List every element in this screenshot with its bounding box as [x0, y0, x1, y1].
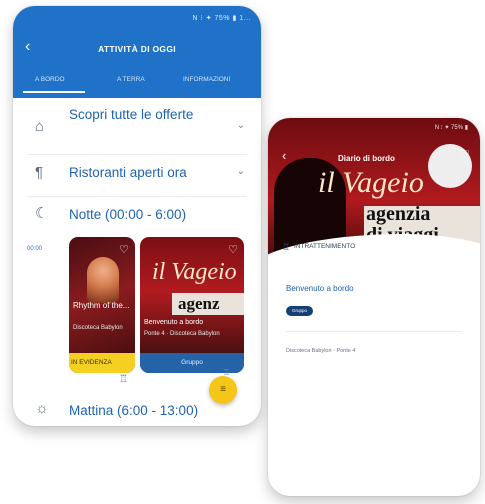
sunrise-icon: ☼	[35, 400, 49, 417]
card-logo-text: agenz	[178, 294, 220, 313]
card-badge: IN EVIDENZA	[69, 353, 135, 373]
status-bar: N ⁝ ✦ 75% ▮	[434, 125, 468, 131]
divider	[27, 154, 247, 155]
tag-icon: ⌂	[35, 118, 45, 135]
moon-icon: ☾	[35, 205, 49, 222]
heart-icon[interactable]: ♡	[119, 243, 129, 256]
location-text: Discoteca Babylon · Ponte 4	[286, 348, 356, 354]
group-chip[interactable]: Gruppo	[286, 306, 314, 316]
divider	[286, 331, 462, 332]
heart-icon[interactable]: ♡	[228, 243, 238, 256]
event-card[interactable]: ♡ Rhythm of the... Discoteca Babylon IN …	[69, 237, 135, 373]
app-header: N ⁝ ✦ 75% ▮ 1... ‹ ATTIVITÀ DI OGGI A BO…	[13, 6, 261, 98]
chevron-down-icon[interactable]: ⌄	[237, 166, 245, 177]
hero-logo-italic: il Vageio	[318, 166, 424, 199]
chevron-down-icon[interactable]: ⌄	[237, 120, 245, 131]
category-label: INTRATTENIMENTO	[294, 243, 356, 250]
tab-a-bordo[interactable]: A BORDO	[35, 76, 65, 83]
phone-left: N ⁝ ✦ 75% ▮ 1... ‹ ATTIVITÀ DI OGGI A BO…	[13, 6, 261, 426]
card-title: Benvenuto a bordo	[144, 319, 204, 326]
back-arrow-icon[interactable]: ‹	[282, 148, 286, 163]
divider	[27, 196, 247, 197]
section-mattina: ☼ Mattina (6:00 - 13:00)	[13, 400, 261, 424]
section-offerte[interactable]: ⌂ Scopri tutte le offerte ⌄	[13, 104, 261, 152]
section-notte: ☾ Notte (00:00 - 6:00)	[13, 204, 261, 228]
section-ristoranti[interactable]: ¶ Ristoranti aperti ora ⌄	[13, 162, 261, 192]
card-logo: il Vageio	[152, 259, 237, 285]
card-title: Rhythm of the...	[73, 301, 130, 310]
card-subtitle: Discoteca Babylon	[73, 325, 123, 331]
theater-icon: ♖	[119, 374, 128, 385]
section-label: Scopri tutte le offerte	[69, 107, 194, 122]
event-heading: Benvenuto a bordo	[286, 284, 354, 293]
section-label: Notte (00:00 - 6:00)	[69, 207, 187, 222]
menu-icon: ≡	[220, 384, 226, 395]
section-label: Mattina (6:00 - 13:00)	[69, 403, 199, 418]
theater-icon: ♖	[282, 242, 291, 252]
card-subtitle: Ponte 4 · Discoteca Babylon	[144, 331, 220, 337]
page-title: Diario di bordo	[338, 154, 395, 163]
event-card[interactable]: il Vageio agenz ♡ Benvenuto a bordo Pont…	[140, 237, 244, 373]
phone-right: il Vageio agenzia di viaggi N ⁝ ✦ 75% ▮ …	[268, 118, 480, 496]
section-label: Ristoranti aperti ora	[69, 165, 187, 180]
page-title: ATTIVITÀ DI OGGI	[98, 44, 176, 54]
time-label: 00:00	[27, 246, 43, 252]
status-bar: N ⁝ ✦ 75% ▮ 1...	[192, 15, 251, 22]
hero-logo-line1: agenzia	[366, 203, 431, 225]
restaurant-icon: ¶	[35, 164, 44, 181]
heart-icon[interactable]: ♡	[460, 148, 470, 161]
tab-informazioni[interactable]: INFORMAZIONI	[183, 76, 230, 83]
tab-a-terra[interactable]: A TERRA	[117, 76, 145, 83]
active-tab-indicator	[23, 91, 85, 93]
card-image	[87, 257, 119, 303]
